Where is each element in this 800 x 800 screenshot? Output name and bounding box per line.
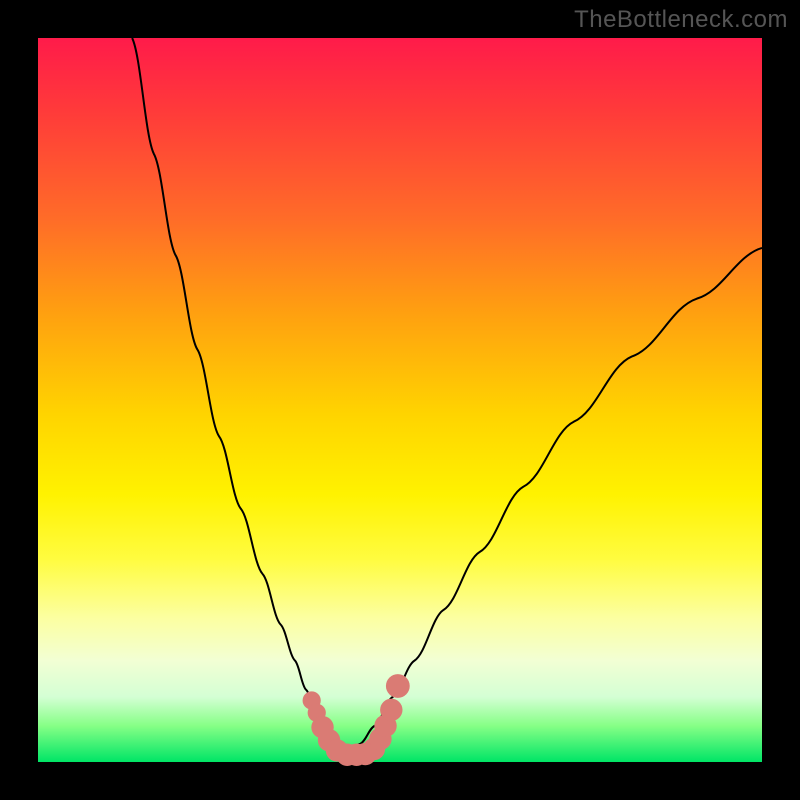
plot-area (38, 38, 762, 762)
chart-svg (38, 38, 762, 762)
watermark-text: TheBottleneck.com (574, 6, 788, 34)
curve-left-branch (132, 38, 347, 753)
highlight-dot (386, 674, 410, 698)
curve-right-branch (347, 248, 762, 753)
chart-frame: TheBottleneck.com (0, 0, 800, 800)
highlight-dot (380, 699, 402, 721)
highlight-dots-group (303, 674, 410, 766)
